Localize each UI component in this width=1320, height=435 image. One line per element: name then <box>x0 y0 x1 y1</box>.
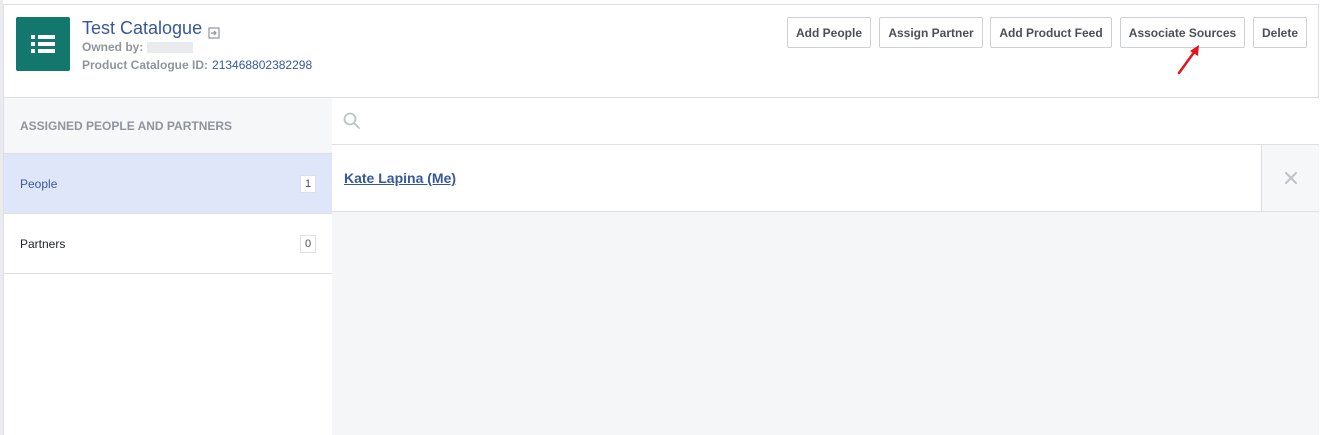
owned-by: Owned by: <box>82 40 194 54</box>
catalogue-header: Test Catalogue Owned by: Product Catalog… <box>4 5 1318 98</box>
catalogue-id-label: Product Catalogue ID: <box>82 58 209 72</box>
page-title: Test Catalogue <box>82 18 220 39</box>
delete-button[interactable]: Delete <box>1253 17 1307 48</box>
count-badge: 0 <box>300 234 316 253</box>
open-external-icon[interactable] <box>208 23 220 39</box>
sidebar-item-partners[interactable]: Partners 0 <box>4 214 332 274</box>
search-icon <box>343 112 360 129</box>
annotation-arrow-icon <box>1177 45 1199 75</box>
sidebar-item-people[interactable]: People 1 <box>4 154 332 214</box>
owned-by-label: Owned by: <box>82 40 144 54</box>
add-product-feed-button[interactable]: Add Product Feed <box>990 17 1112 48</box>
sidebar-item-label: People <box>20 176 58 191</box>
sidebar-item-label: Partners <box>20 236 66 251</box>
catalogue-id-value: 213468802382298 <box>212 58 313 72</box>
redacted-owner <box>147 42 194 54</box>
count-badge: 1 <box>300 174 316 193</box>
remove-button[interactable] <box>1261 145 1319 211</box>
people-panel: Kate Lapina (Me) <box>332 98 1319 435</box>
assign-partner-button[interactable]: Assign Partner <box>879 17 983 48</box>
person-link[interactable]: Kate Lapina (Me) <box>344 170 456 186</box>
add-people-button[interactable]: Add People <box>787 17 871 48</box>
sidebar-heading: ASSIGNED PEOPLE AND PARTNERS <box>4 98 332 154</box>
list-icon <box>16 17 70 71</box>
assignments-sidebar: ASSIGNED PEOPLE AND PARTNERS People 1 Pa… <box>4 98 333 435</box>
catalogue-title[interactable]: Test Catalogue <box>82 18 202 39</box>
list-item: Kate Lapina (Me) <box>332 145 1319 212</box>
search-input[interactable] <box>368 106 1272 138</box>
close-icon <box>1284 172 1297 184</box>
catalogue-id: Product Catalogue ID: 213468802382298 <box>82 58 312 72</box>
search-bar <box>332 98 1319 145</box>
